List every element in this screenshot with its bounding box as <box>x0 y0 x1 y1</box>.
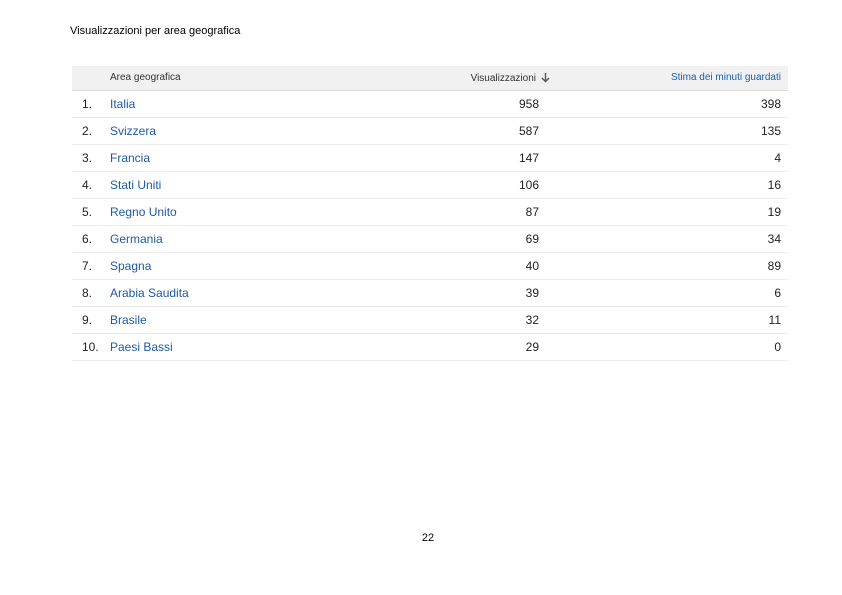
row-minutes: 19 <box>555 198 788 226</box>
header-views-label: Visualizzazioni <box>470 72 536 84</box>
row-views: 69 <box>381 225 555 253</box>
row-area-cell: Stati Uniti <box>110 171 381 199</box>
table-row: 8. Arabia Saudita 39 6 <box>72 279 788 307</box>
table-row: 3. Francia 147 4 <box>72 144 788 172</box>
arrow-down-icon <box>541 72 550 83</box>
row-minutes: 11 <box>555 306 788 334</box>
row-minutes: 135 <box>555 117 788 145</box>
row-rank: 8. <box>72 279 110 307</box>
header-area[interactable]: Area geografica <box>110 66 381 91</box>
row-views: 147 <box>381 144 555 172</box>
row-rank: 2. <box>72 117 110 145</box>
row-area-cell: Regno Unito <box>110 198 381 226</box>
geography-table-container: Area geografica Visualizzazioni Stima de… <box>72 66 788 361</box>
row-views: 32 <box>381 306 555 334</box>
row-area-cell: Italia <box>110 90 381 118</box>
row-rank: 6. <box>72 225 110 253</box>
area-link[interactable]: Italia <box>110 97 135 111</box>
geography-table: Area geografica Visualizzazioni Stima de… <box>72 66 788 361</box>
report-title: Visualizzazioni per area geografica <box>70 25 241 37</box>
area-link[interactable]: Germania <box>110 232 163 246</box>
row-area-cell: Arabia Saudita <box>110 279 381 307</box>
row-rank: 5. <box>72 198 110 226</box>
table-row: 5. Regno Unito 87 19 <box>72 198 788 226</box>
row-views: 587 <box>381 117 555 145</box>
row-minutes: 4 <box>555 144 788 172</box>
row-area-cell: Spagna <box>110 252 381 280</box>
row-views: 106 <box>381 171 555 199</box>
area-link[interactable]: Regno Unito <box>110 205 177 219</box>
table-row: 4. Stati Uniti 106 16 <box>72 171 788 199</box>
table-row: 9. Brasile 32 11 <box>72 306 788 334</box>
row-minutes: 0 <box>555 333 788 361</box>
row-rank: 10. <box>72 333 110 361</box>
row-area-cell: Francia <box>110 144 381 172</box>
area-link[interactable]: Svizzera <box>110 124 156 138</box>
area-link[interactable]: Stati Uniti <box>110 178 161 192</box>
row-views: 40 <box>381 252 555 280</box>
header-minutes[interactable]: Stima dei minuti guardati <box>555 66 788 91</box>
row-views: 87 <box>381 198 555 226</box>
area-link[interactable]: Arabia Saudita <box>110 286 189 300</box>
row-rank: 9. <box>72 306 110 334</box>
area-link[interactable]: Francia <box>110 151 150 165</box>
table-row: 2. Svizzera 587 135 <box>72 117 788 145</box>
row-minutes: 6 <box>555 279 788 307</box>
row-minutes: 398 <box>555 90 788 118</box>
header-row: Area geografica Visualizzazioni Stima de… <box>72 66 788 91</box>
row-minutes: 34 <box>555 225 788 253</box>
row-minutes: 89 <box>555 252 788 280</box>
row-area-cell: Brasile <box>110 306 381 334</box>
row-minutes: 16 <box>555 171 788 199</box>
row-views: 29 <box>381 333 555 361</box>
row-area-cell: Svizzera <box>110 117 381 145</box>
area-link[interactable]: Paesi Bassi <box>110 340 173 354</box>
row-views: 39 <box>381 279 555 307</box>
table-row: 1. Italia 958 398 <box>72 90 788 118</box>
table-header: Area geografica Visualizzazioni Stima de… <box>72 66 788 91</box>
page-number: 22 <box>421 532 435 544</box>
row-rank: 1. <box>72 90 110 118</box>
header-rank <box>72 66 110 91</box>
row-area-cell: Paesi Bassi <box>110 333 381 361</box>
table-row: 7. Spagna 40 89 <box>72 252 788 280</box>
row-views: 958 <box>381 90 555 118</box>
table-row: 10. Paesi Bassi 29 0 <box>72 333 788 361</box>
table-row: 6. Germania 69 34 <box>72 225 788 253</box>
row-area-cell: Germania <box>110 225 381 253</box>
area-link[interactable]: Brasile <box>110 313 147 327</box>
table-body: 1. Italia 958 398 2. Svizzera 587 135 3. Francia 1… <box>72 90 788 361</box>
row-rank: 3. <box>72 144 110 172</box>
area-link[interactable]: Spagna <box>110 259 151 273</box>
row-rank: 4. <box>72 171 110 199</box>
header-views[interactable]: Visualizzazioni <box>381 66 555 91</box>
row-rank: 7. <box>72 252 110 280</box>
